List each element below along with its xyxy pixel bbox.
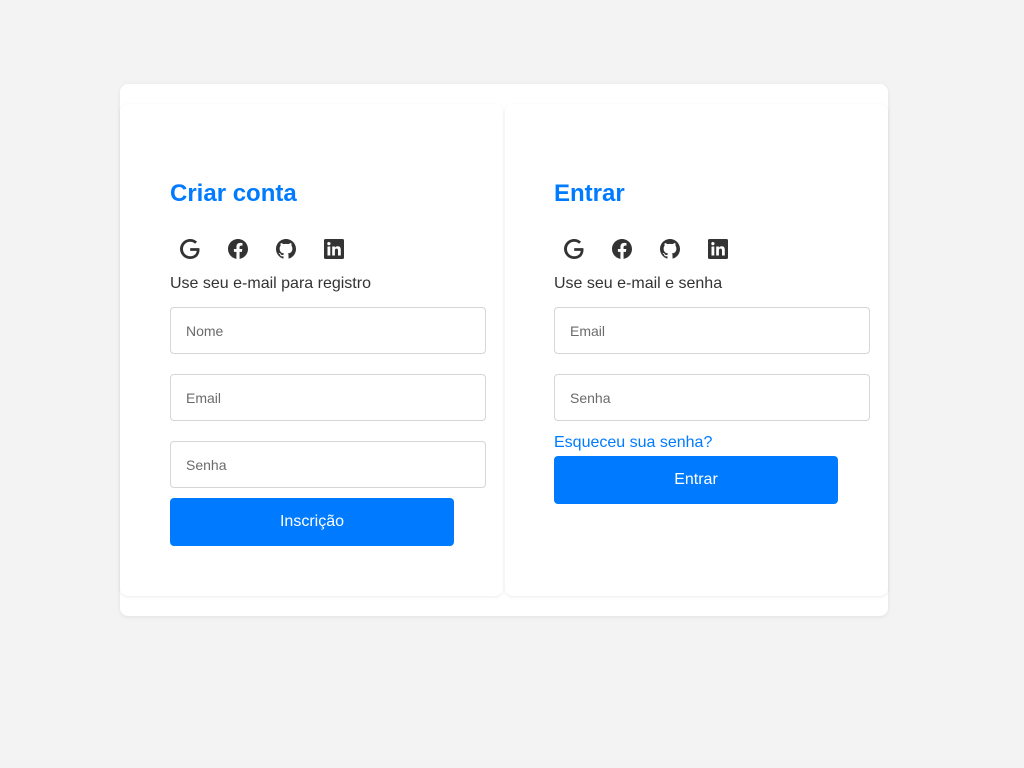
github-icon[interactable] (658, 237, 682, 261)
signup-panel: Criar conta Use seu e-mail para registro… (120, 104, 503, 596)
name-input[interactable] (170, 307, 486, 354)
facebook-icon[interactable] (226, 237, 250, 261)
signin-email-input[interactable] (554, 307, 870, 354)
signin-panel: Entrar Use seu e-mail e senha Esqueceu s… (505, 104, 888, 596)
google-icon[interactable] (562, 237, 586, 261)
signin-title: Entrar (554, 180, 625, 207)
signup-button[interactable]: Inscrição (170, 498, 454, 546)
signin-social-links (562, 237, 730, 261)
signup-social-links (178, 237, 346, 261)
signin-button[interactable]: Entrar (554, 456, 838, 504)
signup-title: Criar conta (170, 180, 297, 207)
linkedin-icon[interactable] (322, 237, 346, 261)
signup-hint: Use seu e-mail para registro (170, 275, 371, 292)
facebook-icon[interactable] (610, 237, 634, 261)
signin-password-input[interactable] (554, 374, 870, 421)
signup-email-input[interactable] (170, 374, 486, 421)
linkedin-icon[interactable] (706, 237, 730, 261)
google-icon[interactable] (178, 237, 202, 261)
github-icon[interactable] (274, 237, 298, 261)
signin-hint: Use seu e-mail e senha (554, 275, 723, 292)
signup-password-input[interactable] (170, 441, 486, 488)
forgot-password-link[interactable]: Esqueceu sua senha? (554, 434, 712, 452)
